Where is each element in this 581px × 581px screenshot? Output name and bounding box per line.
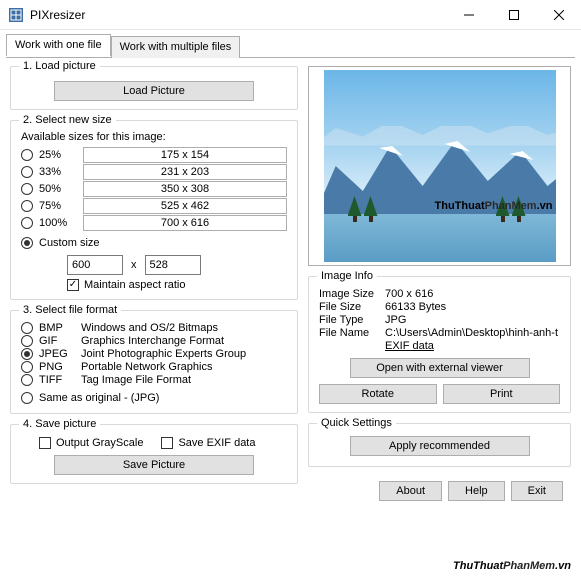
window-title: PIXresizer: [30, 8, 85, 22]
radio-same[interactable]: [21, 392, 33, 404]
group-load-title: 1. Load picture: [19, 60, 100, 72]
radio-100[interactable]: [21, 217, 33, 229]
exif-data-link[interactable]: EXIF data: [385, 340, 560, 352]
group-size-title: 2. Select new size: [19, 114, 116, 126]
file-size-value: 66133 Bytes: [385, 301, 560, 313]
radio-50[interactable]: [21, 183, 33, 195]
file-type-value: JPG: [385, 314, 560, 326]
height-input[interactable]: [145, 255, 201, 275]
size-box: 175 x 154: [83, 147, 287, 163]
titlebar: PIXresizer: [0, 0, 581, 30]
radio-33[interactable]: [21, 166, 33, 178]
radio-25[interactable]: [21, 149, 33, 161]
group-save-title: 4. Save picture: [19, 418, 100, 430]
close-button[interactable]: [536, 0, 581, 29]
group-format-title: 3. Select file format: [19, 304, 121, 316]
group-load: 1. Load picture Load Picture: [10, 66, 298, 110]
radio-jpeg[interactable]: [21, 348, 33, 360]
image-size-value: 700 x 616: [385, 288, 560, 300]
radio-gif[interactable]: [21, 335, 33, 347]
exif-checkbox[interactable]: [161, 437, 173, 449]
radio-bmp[interactable]: [21, 322, 33, 334]
print-button[interactable]: Print: [443, 384, 561, 404]
group-quick-settings: Quick Settings Apply recommended: [308, 423, 571, 467]
preview-image: ThuThuatPhanMem.vn: [324, 70, 556, 262]
group-size: 2. Select new size Available sizes for t…: [10, 120, 298, 300]
group-image-info-title: Image Info: [317, 270, 377, 282]
radio-png[interactable]: [21, 361, 33, 373]
tab-multiple-files[interactable]: Work with multiple files: [111, 36, 241, 58]
group-quick-settings-title: Quick Settings: [317, 417, 396, 429]
tab-strip: Work with one file Work with multiple fi…: [6, 34, 575, 56]
rotate-button[interactable]: Rotate: [319, 384, 437, 404]
app-icon: [8, 7, 24, 23]
group-image-info: Image Info Image Size700 x 616 File Size…: [308, 276, 571, 413]
width-input[interactable]: [67, 255, 123, 275]
radio-tiff[interactable]: [21, 374, 33, 386]
help-button[interactable]: Help: [448, 481, 505, 501]
group-save: 4. Save picture Output GrayScale Save EX…: [10, 424, 298, 484]
maximize-button[interactable]: [491, 0, 536, 29]
apply-recommended-button[interactable]: Apply recommended: [350, 436, 530, 456]
file-name-value: C:\Users\Admin\Desktop\hinh-anh-t: [385, 327, 560, 339]
aspect-checkbox[interactable]: [67, 279, 79, 291]
grayscale-checkbox[interactable]: [39, 437, 51, 449]
open-external-button[interactable]: Open with external viewer: [350, 358, 530, 378]
page-watermark: ThuThuatPhanMem.vn: [453, 553, 571, 575]
preview-pane: ThuThuatPhanMem.vn: [308, 66, 571, 266]
minimize-button[interactable]: [446, 0, 491, 29]
save-picture-button[interactable]: Save Picture: [54, 455, 254, 475]
exit-button[interactable]: Exit: [511, 481, 563, 501]
about-button[interactable]: About: [379, 481, 442, 501]
available-sizes-label: Available sizes for this image:: [21, 131, 287, 143]
load-picture-button[interactable]: Load Picture: [54, 81, 254, 101]
radio-custom[interactable]: [21, 237, 33, 249]
tab-one-file[interactable]: Work with one file: [6, 34, 111, 56]
radio-75[interactable]: [21, 200, 33, 212]
group-format: 3. Select file format BMPWindows and OS/…: [10, 310, 298, 414]
